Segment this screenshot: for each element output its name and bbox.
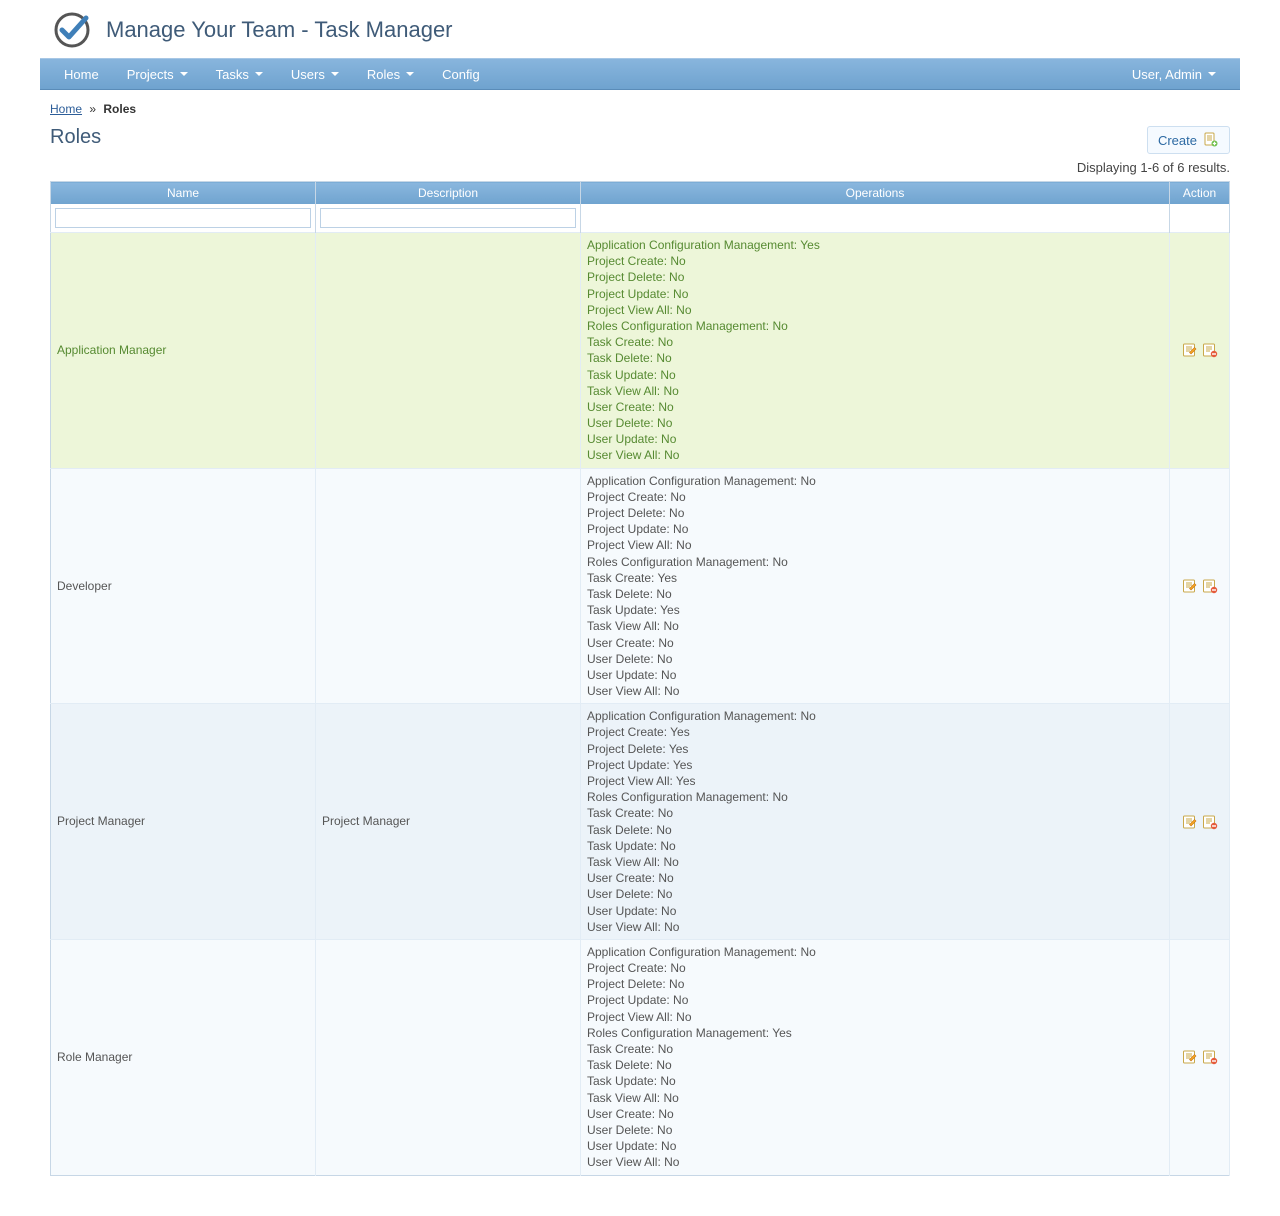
cell-description — [316, 233, 581, 469]
filter-action-cell — [1170, 204, 1230, 233]
col-header-action: Action — [1170, 182, 1230, 205]
col-header-description[interactable]: Description — [316, 182, 581, 205]
cell-operations: Application Configuration Management: No… — [581, 939, 1170, 1175]
nav-roles-label: Roles — [367, 67, 400, 82]
cell-action — [1170, 468, 1230, 704]
table-row[interactable]: Project ManagerProject ManagerApplicatio… — [51, 704, 1230, 940]
cell-name: Role Manager — [51, 939, 316, 1175]
breadcrumb: Home » Roles — [40, 90, 1240, 122]
chevron-down-icon — [255, 72, 263, 76]
cell-description — [316, 939, 581, 1175]
delete-icon[interactable] — [1202, 342, 1218, 358]
delete-icon[interactable] — [1202, 1049, 1218, 1065]
edit-icon[interactable] — [1182, 342, 1198, 358]
table-row[interactable]: Developer Application Configuration Manag… — [51, 468, 1230, 704]
delete-icon[interactable] — [1202, 578, 1218, 594]
chevron-down-icon — [1208, 72, 1216, 76]
table-row[interactable]: Application Manager Application Configura… — [51, 233, 1230, 469]
delete-icon[interactable] — [1202, 814, 1218, 830]
table-row[interactable]: Role Manager Application Configuration Ma… — [51, 939, 1230, 1175]
edit-icon[interactable] — [1182, 814, 1198, 830]
cell-action — [1170, 939, 1230, 1175]
create-button-label: Create — [1158, 133, 1197, 148]
nav-tasks-label: Tasks — [216, 67, 249, 82]
roles-table: Name Description Operations Action Appli… — [50, 181, 1230, 1176]
nav-projects[interactable]: Projects — [113, 58, 202, 90]
cell-action — [1170, 233, 1230, 469]
breadcrumb-separator: » — [85, 102, 100, 116]
edit-icon[interactable] — [1182, 578, 1198, 594]
chevron-down-icon — [331, 72, 339, 76]
filter-name-input[interactable] — [55, 208, 311, 228]
nav-home[interactable]: Home — [50, 58, 113, 90]
cell-operations: Application Configuration Management: No… — [581, 704, 1170, 940]
col-header-name[interactable]: Name — [51, 182, 316, 205]
nav-users[interactable]: Users — [277, 58, 353, 90]
nav-config-label: Config — [442, 67, 480, 82]
breadcrumb-current: Roles — [103, 102, 136, 116]
create-document-icon — [1203, 132, 1219, 148]
cell-name: Application Manager — [51, 233, 316, 469]
nav-user-menu[interactable]: User, Admin — [1118, 58, 1230, 90]
nav-tasks[interactable]: Tasks — [202, 58, 277, 90]
cell-name: Project Manager — [51, 704, 316, 940]
app-logo-icon — [52, 10, 92, 50]
nav-home-label: Home — [64, 67, 99, 82]
create-button[interactable]: Create — [1147, 126, 1230, 154]
chevron-down-icon — [180, 72, 188, 76]
main-nav: Home Projects Tasks Users Roles Config U… — [40, 58, 1240, 90]
app-header: Manage Your Team - Task Manager — [40, 0, 1240, 58]
cell-operations: Application Configuration Management: No… — [581, 468, 1170, 704]
col-header-operations[interactable]: Operations — [581, 182, 1170, 205]
cell-action — [1170, 704, 1230, 940]
chevron-down-icon — [406, 72, 414, 76]
cell-description — [316, 468, 581, 704]
breadcrumb-home-link[interactable]: Home — [50, 102, 82, 116]
results-summary: Displaying 1-6 of 6 results. — [40, 158, 1240, 181]
nav-config[interactable]: Config — [428, 58, 494, 90]
cell-operations: Application Configuration Management: Ye… — [581, 233, 1170, 469]
nav-projects-label: Projects — [127, 67, 174, 82]
edit-icon[interactable] — [1182, 1049, 1198, 1065]
filter-operations-cell — [581, 204, 1170, 233]
nav-roles[interactable]: Roles — [353, 58, 428, 90]
nav-user-label: User, Admin — [1132, 67, 1202, 82]
page-title: Roles — [50, 126, 101, 149]
nav-users-label: Users — [291, 67, 325, 82]
filter-description-input[interactable] — [320, 208, 576, 228]
cell-name: Developer — [51, 468, 316, 704]
app-title: Manage Your Team - Task Manager — [106, 17, 453, 43]
cell-description: Project Manager — [316, 704, 581, 940]
